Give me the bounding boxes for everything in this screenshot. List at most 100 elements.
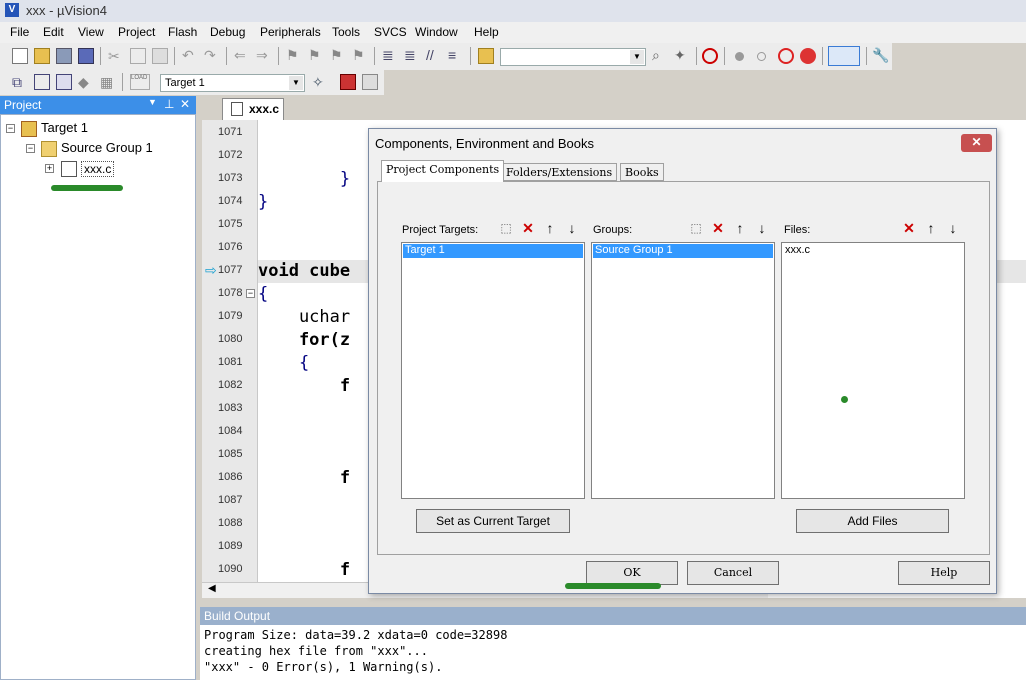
disable-breakpoints-icon[interactable] xyxy=(778,48,794,64)
menu-edit[interactable]: Edit xyxy=(43,25,64,39)
add-files-button[interactable]: Add Files xyxy=(796,509,949,533)
pin-icon[interactable]: ⊥ xyxy=(164,97,174,111)
chevron-down-icon[interactable]: ▼ xyxy=(289,76,303,90)
tree-target[interactable]: Target 1 xyxy=(41,120,88,135)
tree-file[interactable]: xxx.c xyxy=(81,161,115,177)
delete-icon[interactable]: ✕ xyxy=(709,220,727,237)
move-down-icon[interactable]: ↓ xyxy=(944,220,962,237)
find-combo[interactable]: ▼ xyxy=(500,48,646,66)
new-insert-icon[interactable]: ⬚ xyxy=(687,220,705,237)
files-list[interactable]: xxx.c xyxy=(781,242,965,499)
save-all-icon[interactable] xyxy=(78,48,94,64)
menu-peripherals[interactable]: Peripherals xyxy=(260,25,321,39)
menu-help[interactable]: Help xyxy=(474,25,499,39)
build-icon[interactable] xyxy=(34,74,50,90)
load-icon[interactable]: LOAD xyxy=(130,74,150,90)
menu-tools[interactable]: Tools xyxy=(332,25,360,39)
target-select[interactable]: Target 1 ▼ xyxy=(160,74,305,92)
tree-group[interactable]: Source Group 1 xyxy=(61,140,153,155)
build-line: creating hex file from "xxx"... xyxy=(204,644,428,658)
redo-icon[interactable]: ↷ xyxy=(204,47,220,63)
chevron-down-icon[interactable]: ▼ xyxy=(630,50,644,64)
kill-breakpoints-icon[interactable] xyxy=(800,48,816,64)
set-current-target-button[interactable]: Set as Current Target xyxy=(416,509,570,533)
components-icon[interactable] xyxy=(340,74,356,90)
copy-icon[interactable] xyxy=(130,48,146,64)
new-file-icon[interactable] xyxy=(12,48,28,64)
close-icon[interactable]: ✕ xyxy=(180,97,190,111)
expand-icon[interactable]: + xyxy=(45,164,54,173)
comment-icon[interactable]: // xyxy=(426,47,442,63)
move-up-icon[interactable]: ↑ xyxy=(922,220,940,237)
nav-back-icon[interactable]: ⇐ xyxy=(234,47,250,63)
ok-button[interactable]: OK xyxy=(586,561,678,585)
menu-file[interactable]: File xyxy=(10,25,29,39)
line-number: 1072 xyxy=(218,149,243,161)
configure-icon[interactable]: 🔧 xyxy=(872,47,889,63)
list-item[interactable]: Target 1 xyxy=(403,244,583,258)
unindent-icon[interactable]: ≣ xyxy=(404,47,420,63)
bookmark-icon[interactable]: ⚑ xyxy=(286,47,302,63)
cut-icon[interactable]: ✂ xyxy=(108,48,124,64)
menu-window[interactable]: Window xyxy=(415,25,458,39)
incremental-find-icon[interactable]: ✦ xyxy=(674,47,690,63)
code-line: uchar xyxy=(258,307,351,327)
delete-icon[interactable]: ✕ xyxy=(900,220,918,237)
editor-tab[interactable]: xxx.c xyxy=(222,98,284,120)
chevron-down-icon[interactable]: ▼ xyxy=(148,97,157,107)
groups-list[interactable]: Source Group 1 xyxy=(591,242,775,499)
clear-bookmarks-icon[interactable]: ⚑ xyxy=(352,47,368,63)
line-number: 1074 xyxy=(218,195,243,207)
menu-view[interactable]: View xyxy=(78,25,104,39)
next-bookmark-icon[interactable]: ⚑ xyxy=(330,47,346,63)
tab-books[interactable]: Books xyxy=(620,163,664,181)
delete-icon[interactable]: ✕ xyxy=(519,220,537,237)
uncomment-icon[interactable]: ≡ xyxy=(448,47,464,63)
rebuild-icon[interactable] xyxy=(56,74,72,90)
manage-icon[interactable] xyxy=(362,74,378,90)
collapse-icon[interactable]: − xyxy=(26,144,35,153)
window-layout-icon[interactable] xyxy=(828,46,860,66)
new-insert-icon[interactable]: ⬚ xyxy=(497,220,515,237)
target-options-icon[interactable]: ✧ xyxy=(312,74,328,90)
open-folder-icon[interactable] xyxy=(34,48,50,64)
nav-forward-icon[interactable]: ⇒ xyxy=(256,47,272,63)
dialog-close-button[interactable]: ✕ xyxy=(961,134,992,152)
debug-session-icon[interactable] xyxy=(702,48,718,64)
scroll-left-icon[interactable]: ◀ xyxy=(208,583,216,594)
list-item[interactable]: xxx.c xyxy=(783,244,963,258)
targets-list[interactable]: Target 1 xyxy=(401,242,585,499)
project-tree: − Target 1 − Source Group 1 + xxx.c xyxy=(0,114,196,680)
menu-svcs[interactable]: SVCS xyxy=(374,25,407,39)
stop-build-icon[interactable]: ▦ xyxy=(100,74,116,90)
build-output: Program Size: data=39.2 xdata=0 code=328… xyxy=(200,625,1026,680)
move-up-icon[interactable]: ↑ xyxy=(731,220,749,237)
code-line: { xyxy=(258,284,269,304)
annotation-underline xyxy=(565,583,661,589)
enable-breakpoint-icon[interactable] xyxy=(757,52,766,61)
collapse-icon[interactable]: − xyxy=(6,124,15,133)
move-up-icon[interactable]: ↑ xyxy=(541,220,559,237)
prev-bookmark-icon[interactable]: ⚑ xyxy=(308,47,324,63)
tab-project-components[interactable]: Project Components xyxy=(381,160,505,182)
cancel-button[interactable]: Cancel xyxy=(687,561,779,585)
paste-icon[interactable] xyxy=(152,48,168,64)
help-button[interactable]: Help xyxy=(898,561,990,585)
line-number: 1071 xyxy=(218,126,243,138)
fold-icon[interactable]: − xyxy=(246,289,255,298)
batch-build-icon[interactable]: ◆ xyxy=(78,74,94,90)
undo-icon[interactable]: ↶ xyxy=(182,47,198,63)
move-down-icon[interactable]: ↓ xyxy=(563,220,581,237)
menu-project[interactable]: Project xyxy=(118,25,155,39)
indent-icon[interactable]: ≣ xyxy=(382,47,398,63)
menu-flash[interactable]: Flash xyxy=(168,25,197,39)
move-down-icon[interactable]: ↓ xyxy=(753,220,771,237)
find-icon[interactable]: ⌕ xyxy=(652,47,668,63)
tab-folders-extensions[interactable]: Folders/Extensions xyxy=(501,163,618,181)
breakpoint-icon[interactable] xyxy=(735,52,744,61)
save-icon[interactable] xyxy=(56,48,72,64)
list-item[interactable]: Source Group 1 xyxy=(593,244,773,258)
menu-debug[interactable]: Debug xyxy=(210,25,245,39)
find-in-files-icon[interactable] xyxy=(478,48,494,64)
translate-icon[interactable]: ⧉ xyxy=(12,74,28,90)
